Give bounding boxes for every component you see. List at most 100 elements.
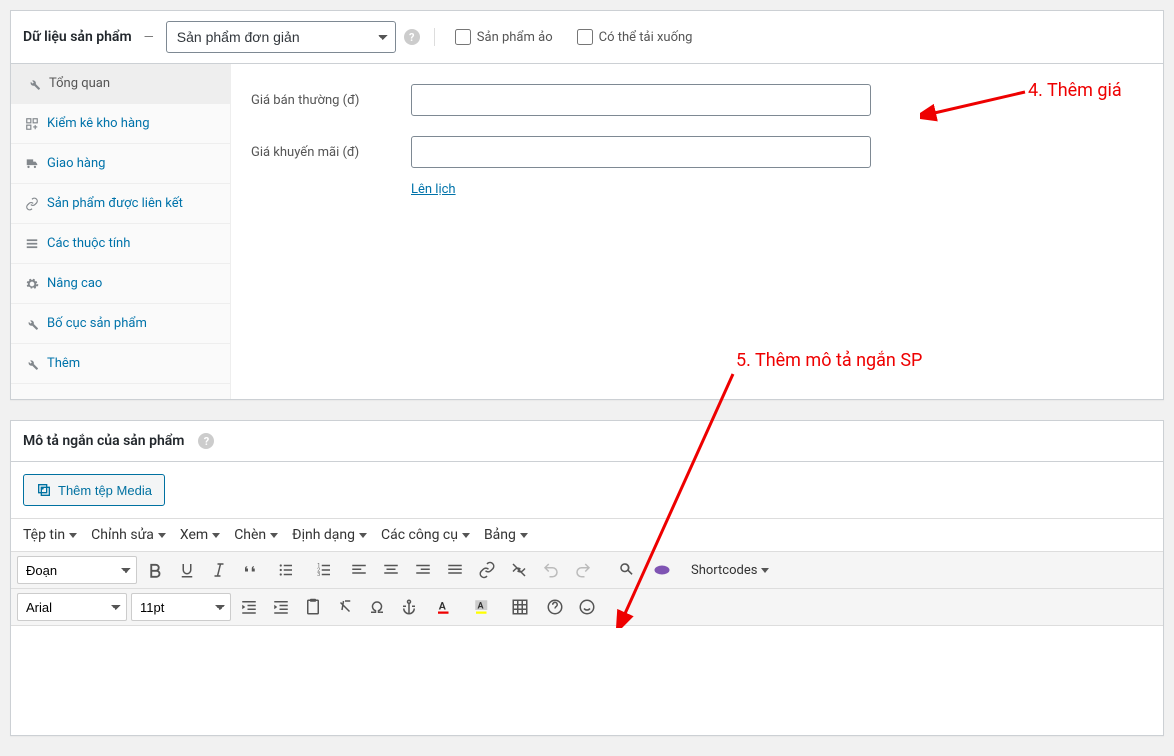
align-right-button[interactable] <box>409 556 437 584</box>
tab-label: Nâng cao <box>47 276 102 291</box>
general-fields: Giá bán thường (đ) Giá khuyến mãi (đ) Lê… <box>231 64 1163 399</box>
tab-label: Kiểm kê kho hàng <box>47 116 150 131</box>
wrench-icon <box>25 317 39 331</box>
link-button[interactable] <box>473 556 501 584</box>
shortcodes-button[interactable]: Shortcodes <box>683 556 777 584</box>
virtual-checkbox-wrap[interactable]: Sản phẩm ảo <box>455 29 553 45</box>
tab-more[interactable]: Thêm <box>11 344 230 384</box>
menu-view[interactable]: Xem <box>180 527 220 543</box>
menu-edit[interactable]: Chỉnh sửa <box>91 527 166 543</box>
list-icon <box>25 237 39 251</box>
menu-insert[interactable]: Chèn <box>234 527 278 543</box>
tab-general[interactable]: Tổng quan <box>11 64 230 104</box>
tab-shipping[interactable]: Giao hàng <box>11 144 230 184</box>
anchor-button[interactable] <box>395 593 423 621</box>
tab-inventory[interactable]: Kiểm kê kho hàng <box>11 104 230 144</box>
bullet-list-button[interactable] <box>269 556 303 584</box>
product-type-select[interactable]: Sản phẩm đơn giản <box>166 21 396 53</box>
help-button[interactable] <box>541 593 569 621</box>
tab-layout[interactable]: Bố cục sản phẩm <box>11 304 230 344</box>
underline-button[interactable] <box>173 556 201 584</box>
tab-linked[interactable]: Sản phẩm được liên kết <box>11 184 230 224</box>
add-media-button[interactable]: Thêm tệp Media <box>23 474 165 506</box>
wrench-icon <box>25 357 39 371</box>
paste-text-button[interactable] <box>299 593 327 621</box>
svg-text:A: A <box>478 602 485 612</box>
text-color-button[interactable]: A <box>427 593 461 621</box>
add-media-label: Thêm tệp Media <box>58 483 152 498</box>
editor-toolbar-1: Đoạn 123 Shortcodes <box>11 551 1163 588</box>
help-icon[interactable]: ? <box>198 433 214 449</box>
product-data-body: Tổng quan Kiểm kê kho hàng Giao hàng Sản… <box>11 64 1163 399</box>
font-size-select[interactable]: 11pt <box>131 593 231 621</box>
product-data-header: Dữ liệu sản phẩm — Sản phẩm đơn giản ? S… <box>11 11 1163 64</box>
blockquote-button[interactable] <box>237 556 265 584</box>
numbered-list-button[interactable]: 123 <box>307 556 341 584</box>
outdent-button[interactable] <box>235 593 263 621</box>
redo-button[interactable] <box>569 556 597 584</box>
align-center-button[interactable] <box>377 556 405 584</box>
virtual-checkbox[interactable] <box>455 29 471 45</box>
find-replace-button[interactable] <box>613 556 641 584</box>
svg-text:A: A <box>439 599 447 612</box>
menu-file[interactable]: Tệp tin <box>23 527 77 543</box>
caret-icon <box>69 533 77 538</box>
sale-price-label: Giá khuyến mãi (đ) <box>251 145 411 160</box>
downloadable-checkbox-wrap[interactable]: Có thể tải xuống <box>577 29 693 45</box>
menu-tools[interactable]: Các công cụ <box>381 527 470 543</box>
caret-icon <box>158 533 166 538</box>
tab-attributes[interactable]: Các thuộc tính <box>11 224 230 264</box>
caret-icon <box>761 568 769 573</box>
schedule-link[interactable]: Lên lịch <box>411 182 1143 197</box>
unlink-button[interactable] <box>505 556 533 584</box>
editor-menubar: Tệp tin Chỉnh sửa Xem Chèn Định dạng Các… <box>11 518 1163 551</box>
downloadable-label: Có thể tải xuống <box>599 30 693 45</box>
media-icon <box>36 482 52 498</box>
tab-label: Tổng quan <box>49 76 110 91</box>
tab-advanced[interactable]: Nâng cao <box>11 264 230 304</box>
tab-label: Sản phẩm được liên kết <box>47 196 183 211</box>
italic-button[interactable] <box>205 556 233 584</box>
woo-button[interactable] <box>645 556 679 584</box>
clear-format-button[interactable] <box>331 593 359 621</box>
menu-format[interactable]: Định dạng <box>292 527 367 543</box>
editor-content[interactable] <box>11 625 1163 735</box>
align-left-button[interactable] <box>345 556 373 584</box>
short-desc-header: Mô tả ngắn của sản phẩm ? <box>11 421 1163 462</box>
svg-text:3: 3 <box>317 572 320 578</box>
table-button[interactable] <box>503 593 537 621</box>
short-desc-title: Mô tả ngắn của sản phẩm <box>23 433 184 449</box>
special-char-button[interactable] <box>363 593 391 621</box>
format-select[interactable]: Đoạn <box>17 556 137 584</box>
tab-label: Các thuộc tính <box>47 236 130 251</box>
regular-price-row: Giá bán thường (đ) <box>251 84 1143 116</box>
inventory-icon <box>25 117 39 131</box>
bold-button[interactable] <box>141 556 169 584</box>
link-icon <box>25 197 39 211</box>
caret-icon <box>462 533 470 538</box>
sale-price-input[interactable] <box>411 136 871 168</box>
title-dash: — <box>144 30 154 45</box>
annotation-4: 4. Thêm giá <box>1028 80 1122 101</box>
wrench-icon <box>27 77 41 91</box>
indent-button[interactable] <box>267 593 295 621</box>
annotation-5: 5. Thêm mô tả ngắn SP <box>736 350 922 371</box>
truck-icon <box>25 157 39 171</box>
downloadable-checkbox[interactable] <box>577 29 593 45</box>
tab-label: Bố cục sản phẩm <box>47 316 147 331</box>
caret-icon <box>212 533 220 538</box>
font-family-select[interactable]: Arial <box>17 593 127 621</box>
regular-price-input[interactable] <box>411 84 871 116</box>
caret-icon <box>520 533 528 538</box>
regular-price-label: Giá bán thường (đ) <box>251 93 411 108</box>
menu-table[interactable]: Bảng <box>484 527 528 543</box>
tab-label: Giao hàng <box>47 156 105 171</box>
emoji-button[interactable] <box>573 593 601 621</box>
product-data-title: Dữ liệu sản phẩm <box>23 29 132 45</box>
help-icon[interactable]: ? <box>404 29 420 45</box>
short-description-panel: Mô tả ngắn của sản phẩm ? Thêm tệp Media… <box>10 420 1164 736</box>
bg-color-button[interactable]: A <box>465 593 499 621</box>
undo-button[interactable] <box>537 556 565 584</box>
align-justify-button[interactable] <box>441 556 469 584</box>
caret-icon <box>359 533 367 538</box>
